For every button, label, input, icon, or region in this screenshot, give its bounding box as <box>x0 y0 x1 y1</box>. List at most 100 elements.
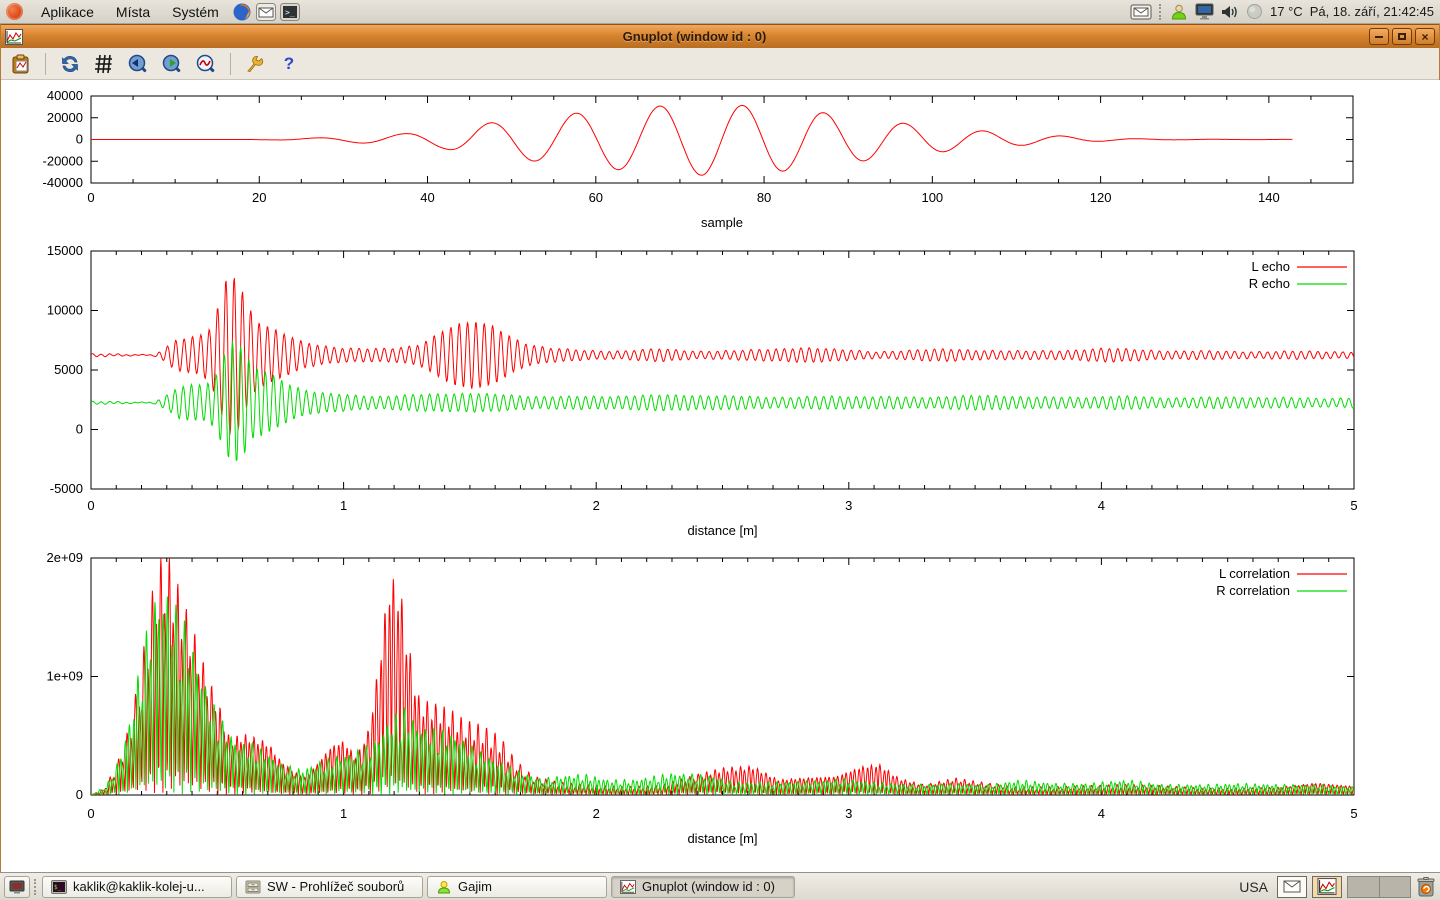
svg-text:R echo: R echo <box>1249 276 1290 291</box>
svg-text:0: 0 <box>87 190 94 205</box>
minimize-icon <box>1375 36 1383 38</box>
help-icon: ? <box>284 54 294 74</box>
svg-text:sample: sample <box>701 215 743 230</box>
svg-text:80: 80 <box>757 190 771 205</box>
svg-text:5: 5 <box>1350 806 1357 821</box>
panel-left: Aplikace Místa Systém >_ <box>0 2 301 22</box>
svg-text:60: 60 <box>589 190 603 205</box>
gnuplot-icon <box>620 880 636 894</box>
svg-text:100: 100 <box>921 190 943 205</box>
tasklist-drag-handle[interactable] <box>34 879 38 895</box>
svg-text:distance [m]: distance [m] <box>687 523 757 538</box>
svg-text:1: 1 <box>340 498 347 513</box>
tray-window-mail[interactable] <box>1277 876 1307 898</box>
menu-places[interactable]: Místa <box>106 2 160 22</box>
keyboard-layout-indicator[interactable]: USA <box>1239 879 1268 895</box>
task-label: SW - Prohlížeč souborů <box>267 879 404 894</box>
task-gajim[interactable]: Gajim <box>427 876 607 898</box>
show-desktop-button[interactable] <box>4 876 30 898</box>
svg-text:2: 2 <box>593 806 600 821</box>
svg-text:0: 0 <box>76 422 83 437</box>
svg-text:L echo: L echo <box>1251 259 1290 274</box>
task-label: Gnuplot (window id : 0) <box>642 879 775 894</box>
replot-button[interactable] <box>58 52 82 76</box>
svg-text:1e+09: 1e+09 <box>46 669 83 684</box>
toolbar: ? <box>1 48 1439 80</box>
svg-text:20000: 20000 <box>47 110 83 125</box>
workspace-switcher <box>1347 876 1411 898</box>
svg-text:1: 1 <box>340 806 347 821</box>
task-label: kaklik@kaklik-kolej-u... <box>73 879 205 894</box>
svg-text:0: 0 <box>76 787 83 802</box>
svg-text:$_: $_ <box>54 884 62 891</box>
panel-tray: 17 °C Pá, 18. září, 21:42:45 <box>1130 3 1440 21</box>
ubuntu-menu-icon[interactable] <box>6 3 23 20</box>
copy-to-clipboard-button[interactable] <box>9 52 33 76</box>
menu-applications[interactable]: Aplikace <box>31 2 104 22</box>
temperature-label[interactable]: 17 °C <box>1270 4 1303 19</box>
window-title: Gnuplot (window id : 0) <box>23 29 1366 44</box>
svg-text:>_: >_ <box>285 8 295 17</box>
workspace-1[interactable] <box>1348 877 1379 897</box>
svg-text:120: 120 <box>1090 190 1112 205</box>
taskbar: $_ kaklik@kaklik-kolej-u... SW - Prohlíž… <box>0 872 1440 900</box>
help-button[interactable]: ? <box>277 52 301 76</box>
gajim-icon <box>436 880 452 894</box>
firefox-launcher-icon[interactable] <box>231 2 253 22</box>
workspace-2[interactable] <box>1379 877 1410 897</box>
clock-label[interactable]: Pá, 18. září, 21:42:45 <box>1310 4 1434 19</box>
svg-text:10000: 10000 <box>47 303 83 318</box>
weather-applet-icon[interactable] <box>1246 3 1263 20</box>
svg-text:L correlation: L correlation <box>1219 566 1290 581</box>
task-label: Gajim <box>458 879 492 894</box>
taskbar-right: USA <box>1239 876 1436 898</box>
tray-window-gnuplot[interactable] <box>1312 876 1342 898</box>
maximize-button[interactable] <box>1392 28 1412 45</box>
task-gnuplot[interactable]: Gnuplot (window id : 0) <box>611 876 795 898</box>
mail-launcher-icon[interactable] <box>255 2 277 22</box>
top-panel: Aplikace Místa Systém >_ 17 °C Pá, 18. z… <box>0 0 1440 24</box>
svg-text:40000: 40000 <box>47 88 83 103</box>
titlebar[interactable]: Gnuplot (window id : 0) × <box>1 24 1439 48</box>
tray-drag-handle[interactable] <box>1159 4 1163 20</box>
zoom-previous-button[interactable] <box>126 52 150 76</box>
trash-icon[interactable] <box>1416 876 1436 898</box>
volume-icon[interactable] <box>1221 4 1239 20</box>
svg-text:20: 20 <box>252 190 266 205</box>
svg-text:15000: 15000 <box>47 243 83 258</box>
svg-text:4: 4 <box>1098 806 1105 821</box>
svg-text:0: 0 <box>87 806 94 821</box>
plots-svg[interactable]: 020406080100120140-40000-200000200004000… <box>1 80 1440 872</box>
svg-text:0: 0 <box>76 132 83 147</box>
svg-text:3: 3 <box>845 498 852 513</box>
svg-text:3: 3 <box>845 806 852 821</box>
svg-text:5: 5 <box>1350 498 1357 513</box>
plot-canvas[interactable]: 020406080100120140-40000-200000200004000… <box>1 80 1440 872</box>
svg-text:5000: 5000 <box>54 362 83 377</box>
settings-button[interactable] <box>243 52 267 76</box>
grid-toggle-button[interactable] <box>92 52 116 76</box>
file-manager-icon <box>245 880 261 894</box>
close-icon: × <box>1421 31 1428 43</box>
unzoom-button[interactable] <box>194 52 218 76</box>
svg-text:-5000: -5000 <box>50 481 83 496</box>
user-switcher-icon[interactable] <box>1170 3 1188 21</box>
svg-text:0: 0 <box>87 498 94 513</box>
toolbar-separator <box>45 53 46 75</box>
zoom-next-button[interactable] <box>160 52 184 76</box>
menu-system[interactable]: Systém <box>162 2 229 22</box>
close-button[interactable]: × <box>1415 28 1435 45</box>
minimize-button[interactable] <box>1369 28 1389 45</box>
svg-text:-40000: -40000 <box>43 175 83 190</box>
svg-text:R correlation: R correlation <box>1216 583 1290 598</box>
terminal-icon: $_ <box>51 880 67 894</box>
svg-text:distance [m]: distance [m] <box>687 831 757 846</box>
display-settings-icon[interactable] <box>1195 3 1214 20</box>
maximize-icon <box>1398 33 1406 40</box>
svg-text:2e+09: 2e+09 <box>46 550 83 565</box>
terminal-launcher-icon[interactable]: >_ <box>279 2 301 22</box>
task-file-manager[interactable]: SW - Prohlížeč souborů <box>236 876 423 898</box>
svg-text:2: 2 <box>593 498 600 513</box>
tray-mail-icon[interactable] <box>1130 4 1152 20</box>
task-terminal[interactable]: $_ kaklik@kaklik-kolej-u... <box>42 876 232 898</box>
